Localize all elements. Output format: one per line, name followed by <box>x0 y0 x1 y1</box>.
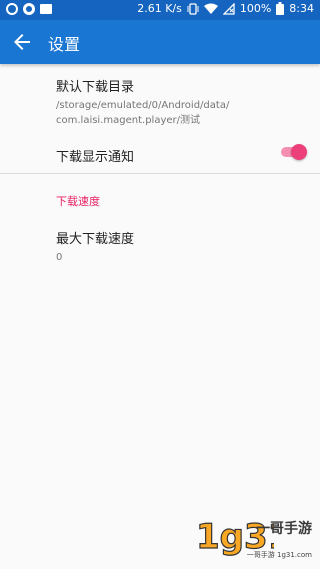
divider <box>0 173 320 174</box>
record-icon <box>6 3 18 15</box>
app-bar: 设置 <box>0 20 320 64</box>
watermark-brand: 一哥手游 <box>256 521 312 537</box>
signal-off-icon <box>222 2 235 15</box>
pref-download-dir-title: 默认下载目录 <box>56 80 135 95</box>
pref-max-speed-value: 0 <box>56 252 63 263</box>
toggle-thumb <box>291 144 307 160</box>
status-left <box>6 3 52 15</box>
wifi-icon <box>203 3 218 14</box>
image-icon <box>40 4 52 14</box>
status-bar: 2.61 K/s 100% 8:34 <box>0 0 320 20</box>
page-title: 设置 <box>48 35 81 54</box>
arrow-left-icon[interactable] <box>10 30 34 54</box>
pref-download-dir[interactable]: 默认下载目录 /storage/emulated/0/Android/data/… <box>56 76 229 128</box>
summary-line-2: com.laisi.magent.player/测试 <box>56 115 200 126</box>
pref-max-speed-title: 最大下载速度 <box>56 232 135 247</box>
timer-icon <box>23 3 35 15</box>
battery-percent: 100% <box>239 2 272 15</box>
pref-download-dir-summary: /storage/emulated/0/Android/data/ com.la… <box>56 98 229 128</box>
summary-line-1: /storage/emulated/0/Android/data/ <box>56 100 230 111</box>
status-right: 2.61 K/s 100% 8:34 <box>137 2 314 15</box>
network-speed: 2.61 K/s <box>137 2 182 15</box>
battery-icon <box>276 2 285 15</box>
watermark-tagline: 一哥手游 1g31.com <box>246 551 312 559</box>
pref-notify-title: 下载显示通知 <box>56 150 135 165</box>
vibrate-icon <box>187 2 199 15</box>
notify-toggle[interactable] <box>281 144 307 160</box>
category-download-speed: 下载速度 <box>56 195 100 208</box>
clock: 8:34 <box>289 2 314 15</box>
pref-max-speed[interactable]: 最大下载速度 0 <box>56 228 134 265</box>
pref-notify[interactable]: 下载显示通知 <box>56 146 134 165</box>
